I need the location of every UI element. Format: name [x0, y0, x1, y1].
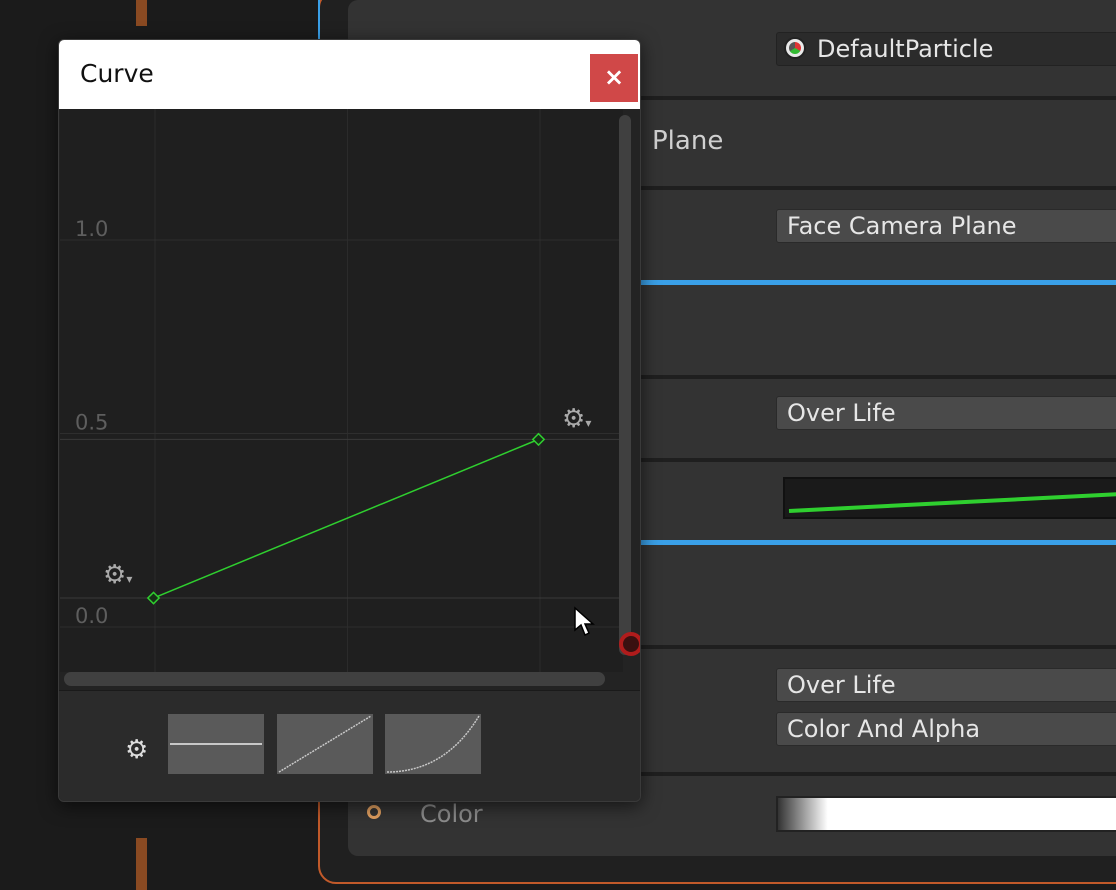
material-object-icon [784, 37, 806, 59]
section-title: Plane [652, 126, 724, 156]
y-tick-label: 1.0 [75, 217, 108, 241]
material-field[interactable]: DefaultParticle [776, 32, 1116, 66]
orientation-dropdown[interactable]: Face Camera Plane [776, 209, 1116, 243]
color-port-icon[interactable] [367, 805, 381, 819]
size-mode-dropdown[interactable]: Over Life [776, 396, 1116, 430]
node-frame-accent [318, 0, 332, 40]
color-label: Color [420, 800, 483, 828]
mouse-cursor-icon [574, 606, 595, 637]
preset-linear[interactable] [277, 714, 373, 774]
curve-keyframe[interactable] [531, 432, 546, 447]
size-curve-preview[interactable] [783, 477, 1116, 519]
curve-preview-line [788, 492, 1116, 513]
curve-keyframe[interactable] [146, 591, 161, 605]
curve-editor-window: Curve × 1.00.50.00.00.51.0 ⚙▾ ⚙▾ ⚙ [58, 39, 641, 802]
y-tick-label: 0.0 [75, 604, 108, 628]
curve-plot-area[interactable]: 1.00.50.00.00.51.0 [60, 109, 623, 702]
color-mode-dropdown[interactable]: Over Life [776, 668, 1116, 702]
y-tick-label: 0.5 [75, 411, 108, 435]
close-button[interactable]: × [590, 54, 638, 102]
graph-edge-marker [136, 0, 147, 26]
color-channels-dropdown[interactable]: Color And Alpha [776, 712, 1116, 746]
curve-line[interactable] [153, 438, 539, 599]
window-title: Curve [80, 59, 154, 88]
preset-constant[interactable] [168, 714, 264, 774]
title-bar[interactable]: Curve × [59, 40, 640, 109]
graph-edge-marker [136, 838, 147, 890]
preset-ease-in[interactable] [385, 714, 481, 774]
mouse-cursor-indicator [619, 632, 640, 656]
color-gradient-field[interactable] [776, 796, 1116, 832]
key-gear-icon[interactable]: ⚙▾ [562, 406, 591, 436]
vertical-scrollbar[interactable] [619, 115, 631, 655]
curve-plot[interactable]: 1.00.50.00.00.51.0 [60, 109, 623, 702]
preset-gear-icon[interactable]: ⚙ [125, 737, 148, 763]
diagonal-line-icon [278, 715, 372, 773]
key-gear-icon[interactable]: ⚙▾ [103, 562, 132, 592]
flat-line-icon [170, 743, 262, 745]
horizontal-scrollbar[interactable] [64, 672, 605, 686]
ease-in-curve-icon [386, 715, 480, 773]
